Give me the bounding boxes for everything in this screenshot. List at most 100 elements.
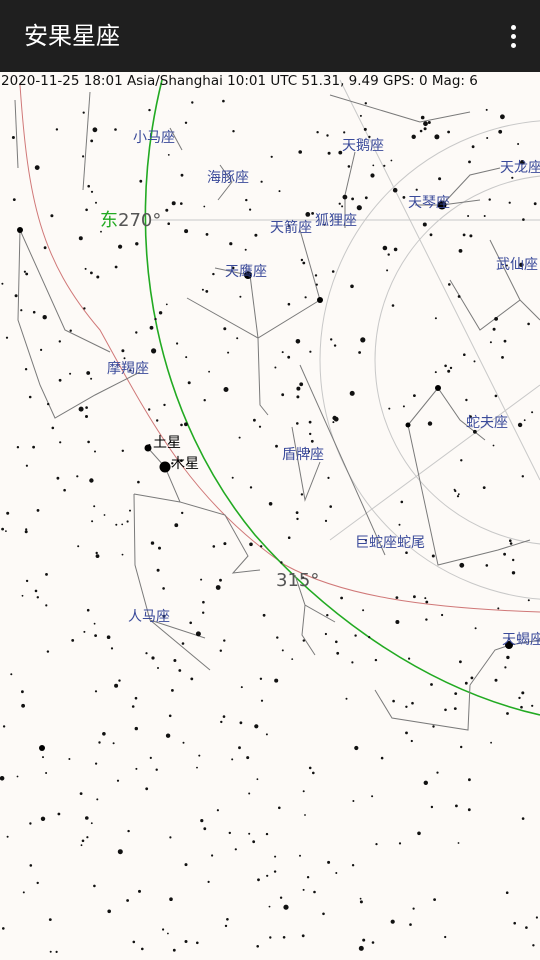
star [12,198,16,202]
star [257,878,260,882]
star [448,283,451,286]
star [386,269,389,272]
constellation-label: 天箭座 [270,219,312,236]
star [278,806,281,810]
star [415,188,418,191]
star [350,284,354,289]
star [316,131,319,134]
star [463,353,466,357]
star [126,899,129,902]
star [158,311,163,315]
star [196,941,199,945]
star [268,502,273,506]
star [485,564,489,567]
star [83,307,86,310]
constellation-label: 小马座 [133,130,175,146]
star [201,288,204,291]
star [383,164,386,167]
star [36,509,40,512]
star [167,932,169,935]
star [420,115,425,120]
star [494,317,498,321]
horizon-line [144,79,540,716]
star [223,639,226,642]
star [347,165,351,168]
star [393,247,398,252]
star [363,127,367,131]
ecliptic-line [19,84,540,613]
star [329,505,333,508]
star [40,348,43,351]
star [483,215,486,217]
star [236,337,239,340]
star [16,775,19,778]
star [274,678,279,683]
star [148,108,151,112]
star [349,390,355,396]
star [165,733,171,738]
star [252,840,256,844]
star [68,758,71,760]
star [374,658,378,662]
star [351,197,354,201]
star-map[interactable]: 小马座 海豚座 天鹅座 天龙座 天琴座 狐狸座 天箭座 武仙座 天鹰座 摩羯座 … [0,72,540,960]
star [438,177,442,181]
star [191,101,194,104]
star [248,792,251,795]
star [309,432,312,436]
star [279,896,283,899]
star [474,627,477,630]
star [259,677,263,680]
more-vertical-icon[interactable] [502,20,524,52]
bright-stars [17,200,513,751]
star [327,860,331,864]
star [434,371,437,374]
star [358,351,361,354]
star [351,661,354,664]
star [327,476,330,479]
star [312,771,315,775]
star [90,190,94,193]
star [100,230,102,233]
star [488,198,491,201]
constellation-label: 狐狸座 [315,213,357,229]
star [246,756,250,760]
star [58,378,62,382]
star [521,817,525,820]
star [114,683,119,688]
star [278,190,281,193]
star [93,622,96,625]
star [114,128,117,131]
star [231,476,234,479]
star [181,511,184,515]
star [351,864,355,867]
star [296,386,301,391]
star [436,771,439,774]
star [304,814,306,816]
star [43,246,47,250]
star [527,599,530,602]
star [203,205,206,208]
star [5,336,9,339]
star [405,731,408,735]
star [265,832,269,836]
star [234,848,237,851]
star [402,196,406,199]
star [287,355,291,359]
star [165,303,168,306]
star [129,509,131,512]
star [23,270,26,273]
star [169,836,172,839]
star [518,696,521,700]
star [427,421,433,426]
star [258,425,262,428]
star [302,639,305,642]
star [469,234,473,238]
star [503,339,507,343]
star [95,201,97,204]
star [254,724,259,729]
star [184,229,189,234]
star [444,935,447,939]
star [260,180,263,183]
star [405,551,408,554]
